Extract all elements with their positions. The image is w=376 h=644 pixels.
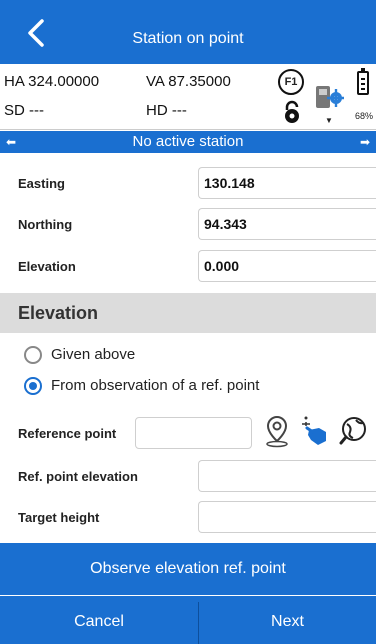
elevation-input[interactable]: [198, 250, 376, 282]
northing-row: Northing: [0, 204, 376, 246]
instrument-status-bar: HA 324.00000 VA 87.35000 SD --- HD --- F…: [0, 64, 376, 130]
easting-row: Easting: [0, 163, 376, 205]
radio-label: From observation of a ref. point: [51, 377, 260, 394]
elevation-label: Elevation: [18, 259, 76, 274]
point-select-icon[interactable]: [299, 414, 329, 448]
banner-left-arrow-icon: ⬅: [6, 135, 17, 149]
observe-elevation-ref-point-button[interactable]: Observe elevation ref. point: [0, 543, 376, 595]
easting-label: Easting: [18, 176, 65, 191]
radio-given-above[interactable]: Given above: [24, 343, 224, 369]
ref-point-elevation-input[interactable]: [198, 460, 376, 492]
station-status-text: No active station: [132, 133, 244, 150]
elevation-section-header: Elevation: [0, 293, 376, 333]
target-height-label: Target height: [18, 510, 100, 525]
bottom-action-bar: Cancel Next: [0, 596, 376, 644]
next-button[interactable]: Next: [199, 596, 376, 644]
radio-from-observation[interactable]: From observation of a ref. point: [24, 374, 324, 400]
app-header: Station on point: [0, 0, 376, 64]
northing-label: Northing: [18, 217, 73, 232]
slope-distance-readout: SD ---: [4, 102, 44, 119]
horizontal-angle-readout: HA 324.00000: [4, 73, 100, 90]
reference-point-input[interactable]: [135, 417, 252, 449]
easting-input[interactable]: [198, 167, 376, 199]
radio-button-selected-icon[interactable]: [24, 377, 42, 395]
target-height-input[interactable]: [198, 501, 376, 533]
instrument-settings-icon[interactable]: [314, 82, 344, 114]
reference-point-label: Reference point: [18, 426, 117, 441]
lock-icon[interactable]: [282, 100, 302, 124]
globe-search-icon[interactable]: [338, 414, 368, 448]
station-status-banner: ⬅ No active station ➡: [0, 131, 376, 153]
target-height-row: Target height: [0, 497, 376, 539]
radio-label: Given above: [51, 346, 136, 363]
vertical-angle-readout: VA 87.35000: [146, 73, 231, 90]
battery-percent: 68%: [355, 111, 374, 121]
f1-key-icon[interactable]: F1: [278, 69, 304, 95]
page-title: Station on point: [132, 30, 244, 47]
instrument-dropdown-caret-icon[interactable]: ▼: [325, 116, 333, 125]
battery-icon: [357, 68, 369, 95]
horizontal-distance-readout: HD ---: [146, 102, 187, 119]
radio-button-icon[interactable]: [24, 346, 42, 364]
northing-input[interactable]: [198, 208, 376, 240]
map-pin-icon[interactable]: [262, 414, 292, 448]
banner-right-arrow-icon: ➡: [359, 135, 370, 149]
ref-point-elevation-row: Ref. point elevation: [0, 456, 376, 498]
elevation-row: Elevation: [0, 246, 376, 288]
cancel-button[interactable]: Cancel: [0, 596, 198, 644]
ref-point-elevation-label: Ref. point elevation: [18, 469, 138, 484]
